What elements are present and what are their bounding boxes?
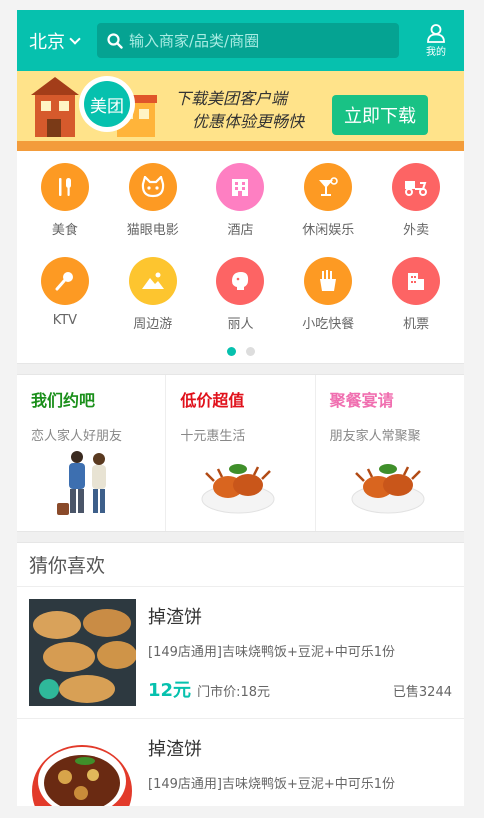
promo-dating[interactable]: 我们约吧 恋人家人好朋友: [17, 375, 167, 531]
deal-name: 掉渣饼: [148, 607, 202, 628]
category-movie[interactable]: 猫眼电影: [109, 151, 197, 245]
promo-banquet[interactable]: 聚餐宴请 朋友家人常聚聚: [316, 375, 464, 531]
banner-line2: 优惠体验更畅快: [192, 112, 305, 131]
user-icon: [427, 24, 445, 43]
category-leisure[interactable]: 休闲娱乐: [284, 151, 372, 245]
cat-face-icon: [128, 163, 177, 211]
section-divider: [17, 531, 464, 543]
category-nearby-travel[interactable]: 周边游: [109, 245, 197, 339]
deal-description: [149店通用]吉味烧鸭饭+豆泥+中可乐1份: [148, 777, 396, 792]
category-label: 丽人: [227, 317, 254, 332]
category-ktv[interactable]: KTV: [21, 245, 109, 339]
page-indicator: [17, 339, 464, 363]
category-label: 小吃快餐: [302, 317, 355, 332]
category-grid: 美食 猫眼电影 酒店 休闲娱乐 外卖 KTV 周边游 丽人 小吃快餐 机票: [17, 151, 464, 339]
page-dot[interactable]: [245, 346, 255, 356]
promo-subtitle: 朋友家人常聚聚: [329, 429, 421, 444]
search-box[interactable]: [97, 23, 399, 58]
deal-item[interactable]: 掉渣饼 [149店通用]吉味烧鸭饭+豆泥+中可乐1份: [17, 719, 464, 806]
fries-icon: [304, 257, 353, 305]
deal-price-row: 12元 门市价:18元 已售3244: [148, 676, 452, 702]
logo-text: 美团: [84, 81, 130, 127]
banner-strip: [17, 141, 464, 151]
meituan-logo: 美团: [79, 76, 135, 132]
top-header: 北京 我的: [17, 10, 464, 71]
deal-description: [149店通用]吉味烧鸭饭+豆泥+中可乐1份: [148, 645, 396, 660]
search-input[interactable]: [129, 31, 379, 50]
banner-line1: 下载美团客户端: [175, 89, 288, 108]
mountain-photo-icon: [128, 257, 177, 305]
promo-row: 我们约吧 恋人家人好朋友 低价超值 十元惠生活 聚餐宴请 朋友家人常聚聚: [17, 375, 464, 531]
deal-thumbnail: [29, 599, 136, 706]
promo-title: 低价超值: [180, 391, 245, 410]
category-label: 休闲娱乐: [302, 223, 355, 238]
category-takeout[interactable]: 外卖: [372, 151, 460, 245]
category-flights[interactable]: 机票: [372, 245, 460, 339]
hotel-building-icon: [216, 163, 265, 211]
promo-value[interactable]: 低价超值 十元惠生活: [166, 375, 316, 531]
category-beauty[interactable]: 丽人: [197, 245, 285, 339]
deal-name: 掉渣饼: [148, 739, 202, 760]
app-download-banner[interactable]: 美团 下载美团客户端 优惠体验更畅快 立即下载: [17, 71, 464, 151]
city-selector[interactable]: 北京: [29, 28, 81, 54]
crab-photo: [201, 464, 275, 514]
category-label: 美食: [51, 223, 78, 238]
microphone-icon: [40, 257, 89, 305]
deal-sold-count: 已售3244: [392, 685, 452, 700]
category-label: 周边游: [133, 317, 173, 332]
fork-knife-icon: [40, 163, 89, 211]
category-snacks[interactable]: 小吃快餐: [284, 245, 372, 339]
deal-price: 12元: [148, 680, 192, 701]
promo-title: 聚餐宴请: [329, 391, 394, 410]
guess-section-title: 猜你喜欢: [17, 543, 464, 587]
deal-info: 掉渣饼 [149店通用]吉味烧鸭饭+豆泥+中可乐1份 12元 门市价:18元 已…: [148, 599, 452, 706]
couple-photo: [57, 451, 106, 515]
promo-subtitle: 恋人家人好朋友: [31, 429, 123, 444]
app-frame: 北京 我的: [17, 10, 464, 806]
deal-item[interactable]: 掉渣饼 [149店通用]吉味烧鸭饭+豆泥+中可乐1份 12元 门市价:18元 已…: [17, 587, 464, 719]
woman-profile-icon: [216, 257, 265, 305]
chevron-down-icon: [69, 32, 81, 45]
search-icon: [107, 32, 123, 49]
deal-original-price: 门市价:18元: [197, 685, 270, 700]
category-label: 猫眼电影: [126, 223, 179, 238]
crab-photo: [351, 464, 425, 514]
user-label: 我的: [426, 47, 446, 58]
cocktail-icon: [304, 163, 353, 211]
deal-info: 掉渣饼 [149店通用]吉味烧鸭饭+豆泥+中可乐1份: [148, 731, 452, 806]
download-button[interactable]: 立即下载: [332, 95, 428, 135]
category-label: 机票: [403, 317, 430, 332]
scooter-icon: [392, 163, 441, 211]
category-label: KTV: [52, 313, 78, 328]
promo-title: 我们约吧: [31, 391, 96, 410]
category-label: 外卖: [403, 223, 430, 238]
category-meishi[interactable]: 美食: [21, 151, 109, 245]
category-label: 酒店: [227, 223, 254, 238]
city-label: 北京: [29, 31, 65, 53]
section-divider: [17, 363, 464, 375]
deal-thumbnail: [29, 731, 136, 806]
promo-subtitle: 十元惠生活: [180, 429, 246, 444]
page-dot-active[interactable]: [226, 346, 236, 356]
user-button[interactable]: 我的: [416, 23, 456, 58]
category-hotel[interactable]: 酒店: [197, 151, 285, 245]
building-icon: [392, 257, 441, 305]
